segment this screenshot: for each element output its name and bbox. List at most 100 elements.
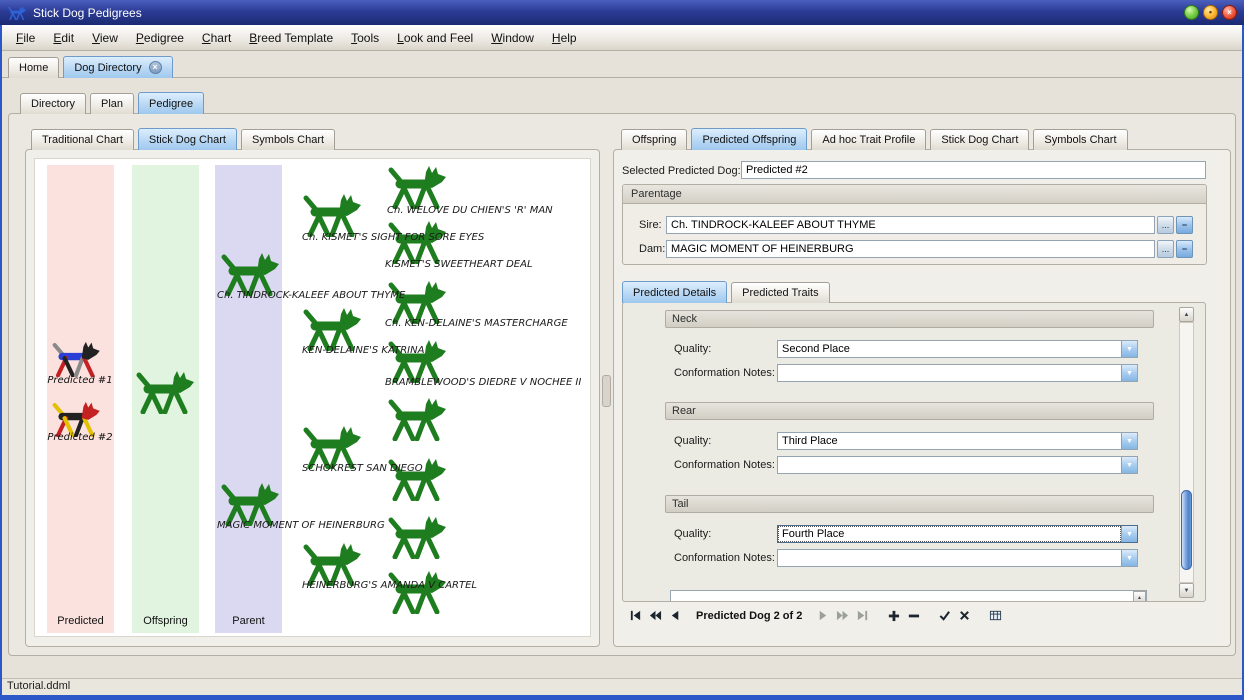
dog-name: Ch. TINDROCK-KALEEF ABOUT THYME (217, 290, 405, 301)
predicted-detail-tabs: Predicted Details Predicted Traits (622, 281, 830, 303)
tab-directory[interactable]: Directory (20, 93, 86, 114)
rear-notes-value[interactable] (778, 457, 1121, 473)
tab-stick-dog-chart[interactable]: Stick Dog Chart (138, 128, 237, 150)
app-window: Stick Dog Pedigrees • × File Edit View P… (0, 0, 1244, 700)
tab-predicted-offspring[interactable]: Predicted Offspring (691, 128, 807, 150)
stick-dog-icon[interactable] (386, 570, 448, 614)
neck-quality-combo[interactable]: ▼ (777, 340, 1138, 358)
tab-pedigree[interactable]: Pedigree (138, 92, 204, 114)
clipped-notes-field: ▲ (670, 590, 1147, 602)
dam-browse-button[interactable]: ... (1157, 240, 1174, 258)
menu-look-and-feel[interactable]: Look and Feel (389, 28, 481, 48)
tab-home[interactable]: Home (8, 57, 59, 78)
tab-offspring-label: Offspring (632, 134, 676, 146)
menu-view[interactable]: View (84, 28, 126, 48)
tail-notes-value[interactable] (778, 550, 1121, 566)
tail-quality-combo[interactable]: ▼ (777, 525, 1138, 543)
sire-field[interactable] (666, 216, 1155, 234)
menu-file[interactable]: File (8, 28, 43, 48)
dog-name: Ch. KISMET'S SIGHT FOR SORE EYES (302, 232, 484, 243)
dropdown-arrow-icon[interactable]: ▼ (1121, 526, 1137, 542)
nav-next-button[interactable] (815, 608, 830, 623)
predicted-1-dog-icon[interactable] (50, 341, 102, 377)
mini-scroll-up-icon[interactable]: ▲ (1133, 591, 1146, 602)
selected-predicted-dog-field[interactable] (741, 161, 1206, 179)
tail-notes-combo[interactable]: ▼ (777, 549, 1138, 567)
tab-predicted-details-label: Predicted Details (633, 287, 716, 299)
add-record-button[interactable] (886, 608, 901, 623)
conformation-notes-label: Conformation Notes: (674, 459, 775, 471)
tab-traditional-chart[interactable]: Traditional Chart (31, 129, 134, 150)
minimize-button[interactable] (1184, 5, 1199, 20)
tail-quality-value[interactable] (778, 526, 1121, 542)
close-button[interactable]: × (1222, 5, 1237, 20)
tab-predicted-traits-label: Predicted Traits (742, 287, 818, 299)
tab-predicted-traits[interactable]: Predicted Traits (731, 282, 829, 303)
chart-panel: Ch. WELOVE DU CHIEN'S 'R' MAN Ch. KISMET… (25, 149, 600, 647)
tab-symbols-chart[interactable]: Symbols Chart (241, 129, 335, 150)
rear-quality-value[interactable] (778, 433, 1121, 449)
rear-quality-combo[interactable]: ▼ (777, 432, 1138, 450)
nav-last-button[interactable] (855, 608, 870, 623)
cancel-edit-button[interactable] (957, 608, 972, 623)
stick-dog-icon[interactable] (301, 193, 363, 237)
neck-quality-value[interactable] (778, 341, 1121, 357)
dropdown-arrow-icon[interactable]: ▼ (1121, 550, 1137, 566)
tab-right-stick-dog-chart[interactable]: Stick Dog Chart (930, 129, 1029, 150)
dropdown-arrow-icon[interactable]: ▼ (1121, 433, 1137, 449)
predicted-2-label: Predicted #2 (47, 432, 113, 443)
conformation-notes-label: Conformation Notes: (674, 367, 775, 379)
menu-pedigree[interactable]: Pedigree (128, 28, 192, 48)
scroll-up-button[interactable]: ▲ (1179, 307, 1194, 322)
tab-offspring[interactable]: Offspring (621, 129, 687, 150)
grid-view-button[interactable] (988, 608, 1003, 623)
window-title: Stick Dog Pedigrees (33, 6, 142, 20)
document-tabs: Home Dog Directory × (8, 56, 173, 78)
section-rear: Rear Quality: ▼ Conformation Notes: ▼ (665, 402, 1154, 482)
tab-predicted-details[interactable]: Predicted Details (622, 281, 727, 303)
neck-notes-combo[interactable]: ▼ (777, 364, 1138, 382)
tab-right-symbols-chart[interactable]: Symbols Chart (1033, 129, 1127, 150)
stick-dog-icon[interactable] (386, 397, 448, 441)
nav-previous-button[interactable] (668, 608, 683, 623)
dropdown-arrow-icon[interactable]: ▼ (1121, 341, 1137, 357)
tab-adhoc-trait-profile-label: Ad hoc Trait Profile (822, 134, 915, 146)
window-border-bottom (0, 695, 1244, 700)
stick-dog-icon[interactable] (386, 515, 448, 559)
close-tab-icon[interactable]: × (149, 61, 162, 74)
offspring-stick-dog-icon[interactable] (134, 370, 196, 414)
panel-splitter[interactable] (602, 375, 611, 407)
restore-button[interactable]: • (1203, 5, 1218, 20)
menu-help[interactable]: Help (544, 28, 585, 48)
stick-dog-icon[interactable] (386, 165, 448, 209)
neck-notes-value[interactable] (778, 365, 1121, 381)
predicted-offspring-panel: Selected Predicted Dog: Parentage Sire: … (613, 149, 1231, 647)
commit-button[interactable] (937, 608, 952, 623)
nav-forward-button[interactable] (835, 608, 850, 623)
tab-plan[interactable]: Plan (90, 93, 134, 114)
nav-record-label: Predicted Dog 2 of 2 (696, 610, 802, 622)
dropdown-arrow-icon[interactable]: ▼ (1121, 365, 1137, 381)
menu-breed-template[interactable]: Breed Template (241, 28, 341, 48)
scrollbar-thumb[interactable] (1181, 490, 1192, 570)
menu-edit[interactable]: Edit (45, 28, 82, 48)
dog-name: HEINERBURG'S AMANDA V CARTEL (302, 580, 477, 591)
sire-remove-button[interactable]: − (1176, 216, 1193, 234)
tab-dog-directory[interactable]: Dog Directory × (63, 56, 172, 78)
tab-directory-label: Directory (31, 98, 75, 110)
scroll-down-button[interactable]: ▼ (1179, 583, 1194, 598)
menu-chart[interactable]: Chart (194, 28, 239, 48)
dropdown-arrow-icon[interactable]: ▼ (1121, 457, 1137, 473)
details-tabs: Offspring Predicted Offspring Ad hoc Tra… (621, 128, 1128, 150)
sire-browse-button[interactable]: ... (1157, 216, 1174, 234)
delete-record-button[interactable] (906, 608, 921, 623)
dam-field[interactable] (666, 240, 1155, 258)
tab-adhoc-trait-profile[interactable]: Ad hoc Trait Profile (811, 129, 926, 150)
parent-column-band (215, 165, 282, 633)
nav-rewind-button[interactable] (648, 608, 663, 623)
nav-first-button[interactable] (628, 608, 643, 623)
menu-tools[interactable]: Tools (343, 28, 387, 48)
menu-window[interactable]: Window (483, 28, 542, 48)
dam-remove-button[interactable]: − (1176, 240, 1193, 258)
rear-notes-combo[interactable]: ▼ (777, 456, 1138, 474)
